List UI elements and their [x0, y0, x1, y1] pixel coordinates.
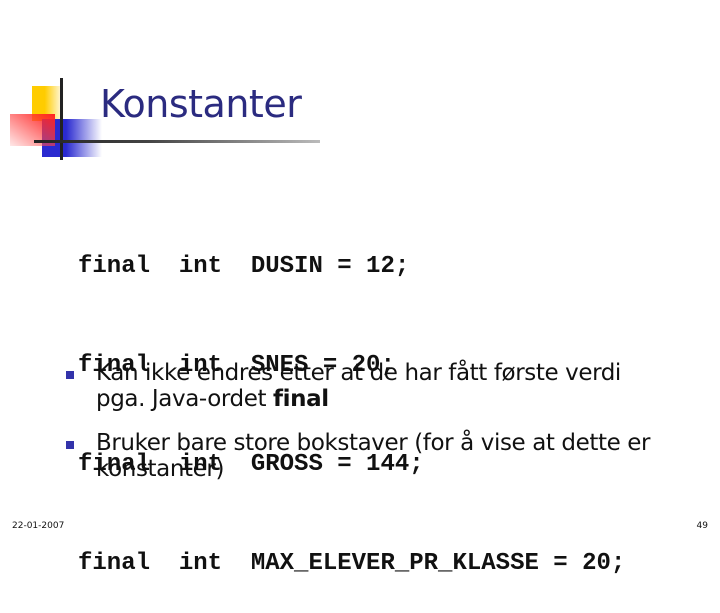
square-bullet-icon [66, 371, 74, 379]
bullet-bold-keyword: final [273, 386, 329, 412]
code-line: final int DUSIN = 12; [78, 253, 410, 280]
vertical-line-decoration [60, 78, 63, 160]
page-number: 49 [696, 521, 708, 531]
bullet-list: Kan ikke endres etter at de har fått før… [66, 360, 666, 500]
square-bullet-icon [66, 441, 74, 449]
bullet-item: Bruker bare store bokstaver (for å vise … [66, 430, 666, 482]
bullet-text: Kan ikke endres etter at de har fått før… [96, 360, 621, 412]
slide-title: Konstanter [100, 82, 302, 126]
title-underline [34, 140, 320, 143]
bullet-text: Bruker bare store bokstaver (for å vise … [96, 430, 651, 482]
code-line: final int MAX_ELEVER_PR_KLASSE = 20; [78, 550, 626, 577]
footer-date: 22-01-2007 [12, 521, 65, 531]
bullet-item: Kan ikke endres etter at de har fått før… [66, 360, 666, 412]
